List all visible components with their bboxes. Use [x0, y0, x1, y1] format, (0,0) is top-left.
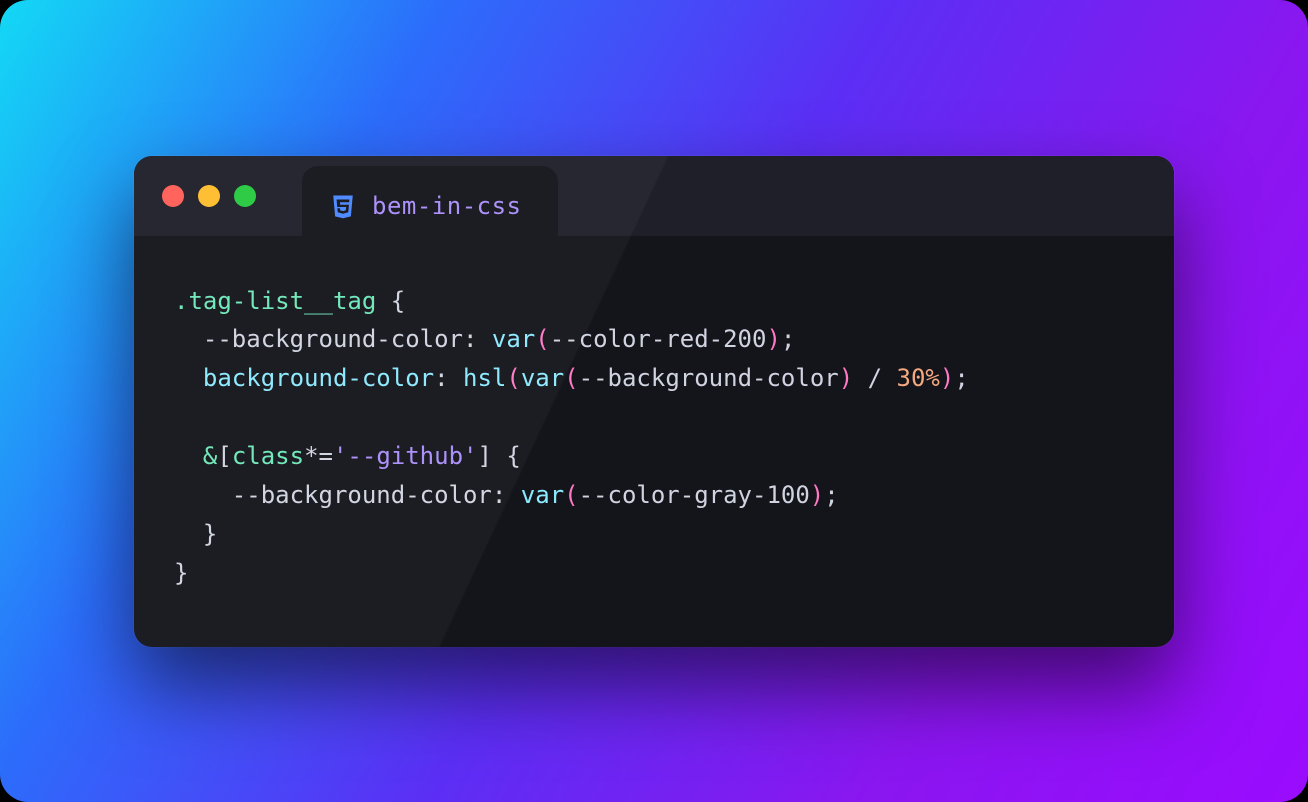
- token-paren: ): [940, 364, 954, 392]
- token-punct: {: [376, 287, 405, 315]
- token-punct: {: [492, 442, 521, 470]
- token-punct: :: [434, 364, 463, 392]
- token-paren: (: [564, 364, 578, 392]
- code-line: --background-color: var(--color-gray-100…: [174, 476, 1134, 515]
- token-punct: }: [203, 520, 217, 548]
- token-punct: :: [463, 325, 492, 353]
- token-punct: }: [174, 559, 188, 587]
- code-line: background-color: hsl(var(--background-c…: [174, 359, 1134, 398]
- token-paren: (: [564, 481, 578, 509]
- code-line: }: [174, 515, 1134, 554]
- token-prop_custom: --background-color: [579, 364, 839, 392]
- token-func: hsl: [463, 364, 506, 392]
- token-selector: &: [203, 442, 217, 470]
- token-string: '--github': [333, 442, 478, 470]
- gradient-backdrop: bem-in-css .tag-list__tag { --background…: [0, 0, 1308, 802]
- tab-label: bem-in-css: [372, 192, 522, 220]
- maximize-button[interactable]: [234, 185, 256, 207]
- token-paren: ): [839, 364, 853, 392]
- minimize-button[interactable]: [198, 185, 220, 207]
- token-punct: *=: [304, 442, 333, 470]
- code-line: .tag-list__tag {: [174, 282, 1134, 321]
- token-func: var: [521, 364, 564, 392]
- close-button[interactable]: [162, 185, 184, 207]
- code-line: &[class*='--github'] {: [174, 437, 1134, 476]
- token-punct: :: [492, 481, 521, 509]
- token-prop_custom: --color-gray-100: [579, 481, 810, 509]
- token-prop_custom: --color-red-200: [550, 325, 767, 353]
- traffic-lights: [162, 185, 256, 207]
- css-file-icon: [330, 193, 356, 219]
- token-prop_custom: --background-color: [232, 481, 492, 509]
- code-content: .tag-list__tag { --background-color: var…: [134, 236, 1174, 647]
- token-paren: ): [810, 481, 824, 509]
- token-punct: ]: [477, 442, 491, 470]
- token-punct: [: [217, 442, 231, 470]
- token-paren: (: [506, 364, 520, 392]
- code-line: [174, 398, 1134, 437]
- token-paren: ): [766, 325, 780, 353]
- token-punct: ;: [824, 481, 838, 509]
- token-func: var: [521, 481, 564, 509]
- window-titlebar: bem-in-css: [134, 156, 1174, 236]
- editor-tab[interactable]: bem-in-css: [302, 166, 558, 246]
- token-selector: .tag-list__tag: [174, 287, 376, 315]
- token-func: var: [492, 325, 535, 353]
- token-punct: /: [853, 364, 896, 392]
- token-punct: ;: [954, 364, 968, 392]
- token-paren: (: [535, 325, 549, 353]
- code-window: bem-in-css .tag-list__tag { --background…: [134, 156, 1174, 647]
- token-punct: ;: [781, 325, 795, 353]
- token-selector: class: [232, 442, 304, 470]
- token-prop: background-color: [203, 364, 434, 392]
- code-line: }: [174, 554, 1134, 593]
- token-number: 30%: [897, 364, 940, 392]
- token-prop_custom: --background-color: [203, 325, 463, 353]
- code-line: --background-color: var(--color-red-200)…: [174, 320, 1134, 359]
